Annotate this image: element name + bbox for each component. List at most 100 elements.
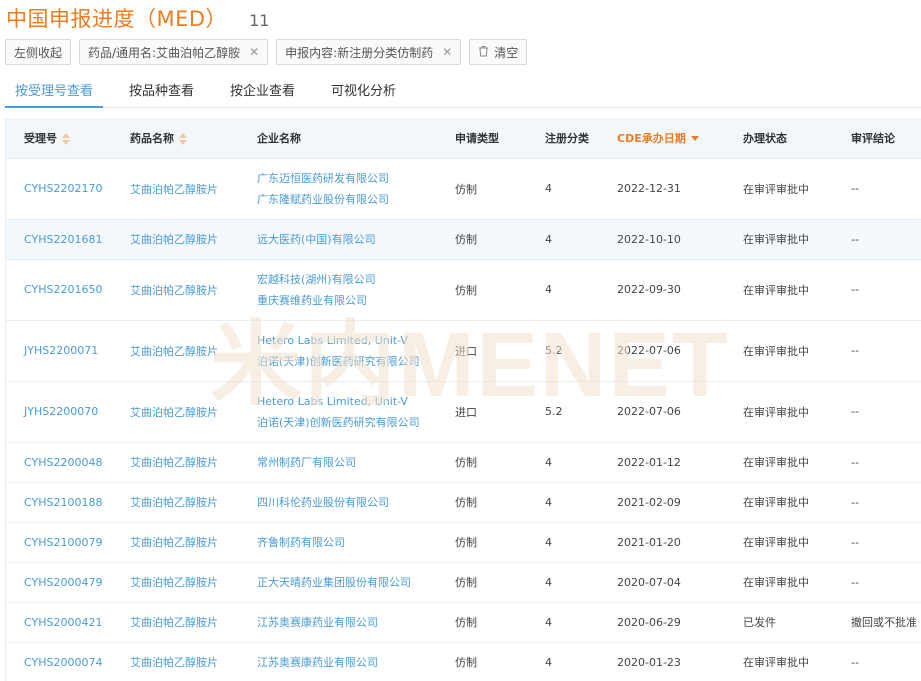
- drug-name-link[interactable]: 艾曲泊帕乙醇胺片: [130, 233, 218, 246]
- company-link[interactable]: 广东隆赋药业股份有限公司: [257, 189, 437, 210]
- sort-icon[interactable]: [62, 132, 70, 145]
- cell-conclusion: --: [833, 158, 921, 220]
- drug-name-link[interactable]: 艾曲泊帕乙醇胺片: [130, 406, 218, 419]
- cell-drug-name: 艾曲泊帕乙醇胺片: [112, 381, 239, 443]
- company-link[interactable]: 齐鲁制药有限公司: [257, 532, 437, 553]
- cell-cde-date: 2022-12-31: [599, 158, 725, 220]
- company-link[interactable]: 江苏奥赛康药业有限公司: [257, 652, 437, 673]
- filter-bar: 左侧收起 药品/通用名:艾曲泊帕乙醇胺 ✕ 申报内容:新注册分类仿制药 ✕ 清空: [5, 39, 535, 65]
- cell-apply-type: 仿制: [437, 219, 527, 260]
- cell-status: 在审评审批中: [725, 320, 833, 382]
- sort-icon[interactable]: [179, 132, 187, 145]
- drug-name-link[interactable]: 艾曲泊帕乙醇胺片: [130, 616, 218, 629]
- cell-conclusion: --: [833, 442, 921, 483]
- accept-no-link[interactable]: JYHS2200070: [24, 405, 98, 418]
- col-header-apply-type: 申请类型: [437, 118, 527, 159]
- cell-status: 在审评审批中: [725, 158, 833, 220]
- company-link[interactable]: 泊诺(天津)创新医药研究有限公司: [257, 351, 437, 372]
- cell-cde-date: 2022-10-10: [599, 219, 725, 260]
- cell-accept-no: CYHS2201681: [6, 219, 112, 260]
- col-header-status: 办理状态: [725, 118, 833, 159]
- tab-by-accept-no[interactable]: 按受理号查看: [5, 78, 104, 108]
- cell-status: 在审评审批中: [725, 482, 833, 523]
- drug-name-link[interactable]: 艾曲泊帕乙醇胺片: [130, 284, 218, 297]
- col-header-reg-class: 注册分类: [527, 118, 599, 159]
- company-link[interactable]: 正大天晴药业集团股份有限公司: [257, 572, 437, 593]
- cell-status: 在审评审批中: [725, 562, 833, 603]
- sort-desc-icon[interactable]: [690, 136, 699, 142]
- col-header-conclusion: 审评结论: [833, 118, 921, 159]
- accept-no-link[interactable]: CYHS2000479: [24, 576, 102, 589]
- tab-by-company[interactable]: 按企业查看: [220, 78, 305, 108]
- company-link[interactable]: 四川科伦药业股份有限公司: [257, 492, 437, 513]
- company-link[interactable]: 重庆赛维药业有限公司: [257, 290, 437, 311]
- accept-no-link[interactable]: CYHS2201681: [24, 233, 102, 246]
- company-link[interactable]: 广东迈恒医药研发有限公司: [257, 168, 437, 189]
- cell-accept-no: CYHS2000074: [6, 642, 112, 681]
- cell-status: 在审评审批中: [725, 219, 833, 260]
- cell-apply-type: 仿制: [437, 442, 527, 483]
- cell-cde-date: 2021-02-09: [599, 482, 725, 523]
- cell-drug-name: 艾曲泊帕乙醇胺片: [112, 442, 239, 483]
- accept-no-link[interactable]: CYHS2200048: [24, 456, 102, 469]
- drug-name-link[interactable]: 艾曲泊帕乙醇胺片: [130, 183, 218, 196]
- cell-conclusion: --: [833, 642, 921, 681]
- cell-status: 在审评审批中: [725, 522, 833, 563]
- cell-cde-date: 2022-07-06: [599, 381, 725, 443]
- cell-cde-date: 2021-01-20: [599, 522, 725, 563]
- drug-name-link[interactable]: 艾曲泊帕乙醇胺片: [130, 456, 218, 469]
- accept-no-link[interactable]: CYHS2000074: [24, 656, 102, 669]
- collapse-sidebar-button[interactable]: 左侧收起: [5, 39, 72, 65]
- cell-status: 已发件: [725, 602, 833, 643]
- col-header-cde-date[interactable]: CDE承办日期: [599, 118, 725, 159]
- cell-cde-date: 2020-06-29: [599, 602, 725, 643]
- col-header-accept-no[interactable]: 受理号: [6, 118, 112, 159]
- cell-apply-type: 仿制: [437, 642, 527, 681]
- table-row: CYHS2202170 艾曲泊帕乙醇胺片 广东迈恒医药研发有限公司 广东隆赋药业股份有…: [6, 158, 921, 220]
- cell-accept-no: JYHS2200070: [6, 381, 112, 443]
- col-header-drug-name[interactable]: 药品名称: [112, 118, 239, 159]
- drug-name-link[interactable]: 艾曲泊帕乙醇胺片: [130, 345, 218, 358]
- cell-cde-date: 2022-07-06: [599, 320, 725, 382]
- company-link[interactable]: 宏越科技(湖州)有限公司: [257, 269, 437, 290]
- table-row: CYHS2100188 艾曲泊帕乙醇胺片 四川科伦药业股份有限公司 仿制 4 2021-0…: [6, 482, 921, 523]
- accept-no-link[interactable]: JYHS2200071: [24, 344, 98, 357]
- table-row: CYHS2000421 艾曲泊帕乙醇胺片 江苏奥赛康药业有限公司 仿制 4 2020-06…: [6, 602, 921, 643]
- accept-no-link[interactable]: CYHS2000421: [24, 616, 102, 629]
- tab-visual-analysis[interactable]: 可视化分析: [321, 78, 406, 108]
- drug-name-link[interactable]: 艾曲泊帕乙醇胺片: [130, 576, 218, 589]
- cell-drug-name: 艾曲泊帕乙醇胺片: [112, 259, 239, 321]
- cell-cde-date: 2020-07-04: [599, 562, 725, 603]
- cell-status: 在审评审批中: [725, 642, 833, 681]
- accept-no-link[interactable]: CYHS2100079: [24, 536, 102, 549]
- cell-conclusion: --: [833, 522, 921, 563]
- clear-filters-button[interactable]: 清空: [469, 39, 528, 65]
- close-icon[interactable]: ✕: [442, 45, 452, 59]
- cell-drug-name: 艾曲泊帕乙醇胺片: [112, 522, 239, 563]
- company-link[interactable]: 江苏奥赛康药业有限公司: [257, 612, 437, 633]
- accept-no-link[interactable]: CYHS2100188: [24, 496, 102, 509]
- cell-reg-class: 4: [527, 442, 599, 483]
- company-link[interactable]: 远大医药(中国)有限公司: [257, 229, 437, 250]
- accept-no-link[interactable]: CYHS2202170: [24, 182, 102, 195]
- company-link[interactable]: 常州制药厂有限公司: [257, 452, 437, 473]
- company-link[interactable]: 泊诺(天津)创新医药研究有限公司: [257, 412, 437, 433]
- cell-reg-class: 4: [527, 562, 599, 603]
- cell-accept-no: CYHS2100188: [6, 482, 112, 523]
- cell-drug-name: 艾曲泊帕乙醇胺片: [112, 562, 239, 603]
- drug-name-link[interactable]: 艾曲泊帕乙醇胺片: [130, 536, 218, 549]
- company-link[interactable]: Hetero Labs Limited, Unit-V: [257, 330, 437, 351]
- cell-company: 正大天晴药业集团股份有限公司: [239, 562, 437, 603]
- col-header-company: 企业名称: [239, 118, 437, 159]
- cell-drug-name: 艾曲泊帕乙醇胺片: [112, 320, 239, 382]
- drug-name-link[interactable]: 艾曲泊帕乙醇胺片: [130, 496, 218, 509]
- cell-cde-date: 2020-01-23: [599, 642, 725, 681]
- tab-by-variety[interactable]: 按品种查看: [119, 78, 204, 108]
- results-table: 受理号 药品名称 企业名称 申请类型 注册分类 CDE承办日期 办理状态 审评结…: [6, 118, 921, 681]
- cell-reg-class: 4: [527, 259, 599, 321]
- accept-no-link[interactable]: CYHS2201650: [24, 283, 102, 296]
- cell-cde-date: 2022-09-30: [599, 259, 725, 321]
- drug-name-link[interactable]: 艾曲泊帕乙醇胺片: [130, 656, 218, 669]
- company-link[interactable]: Hetero Labs Limited, Unit-V: [257, 391, 437, 412]
- close-icon[interactable]: ✕: [249, 45, 259, 59]
